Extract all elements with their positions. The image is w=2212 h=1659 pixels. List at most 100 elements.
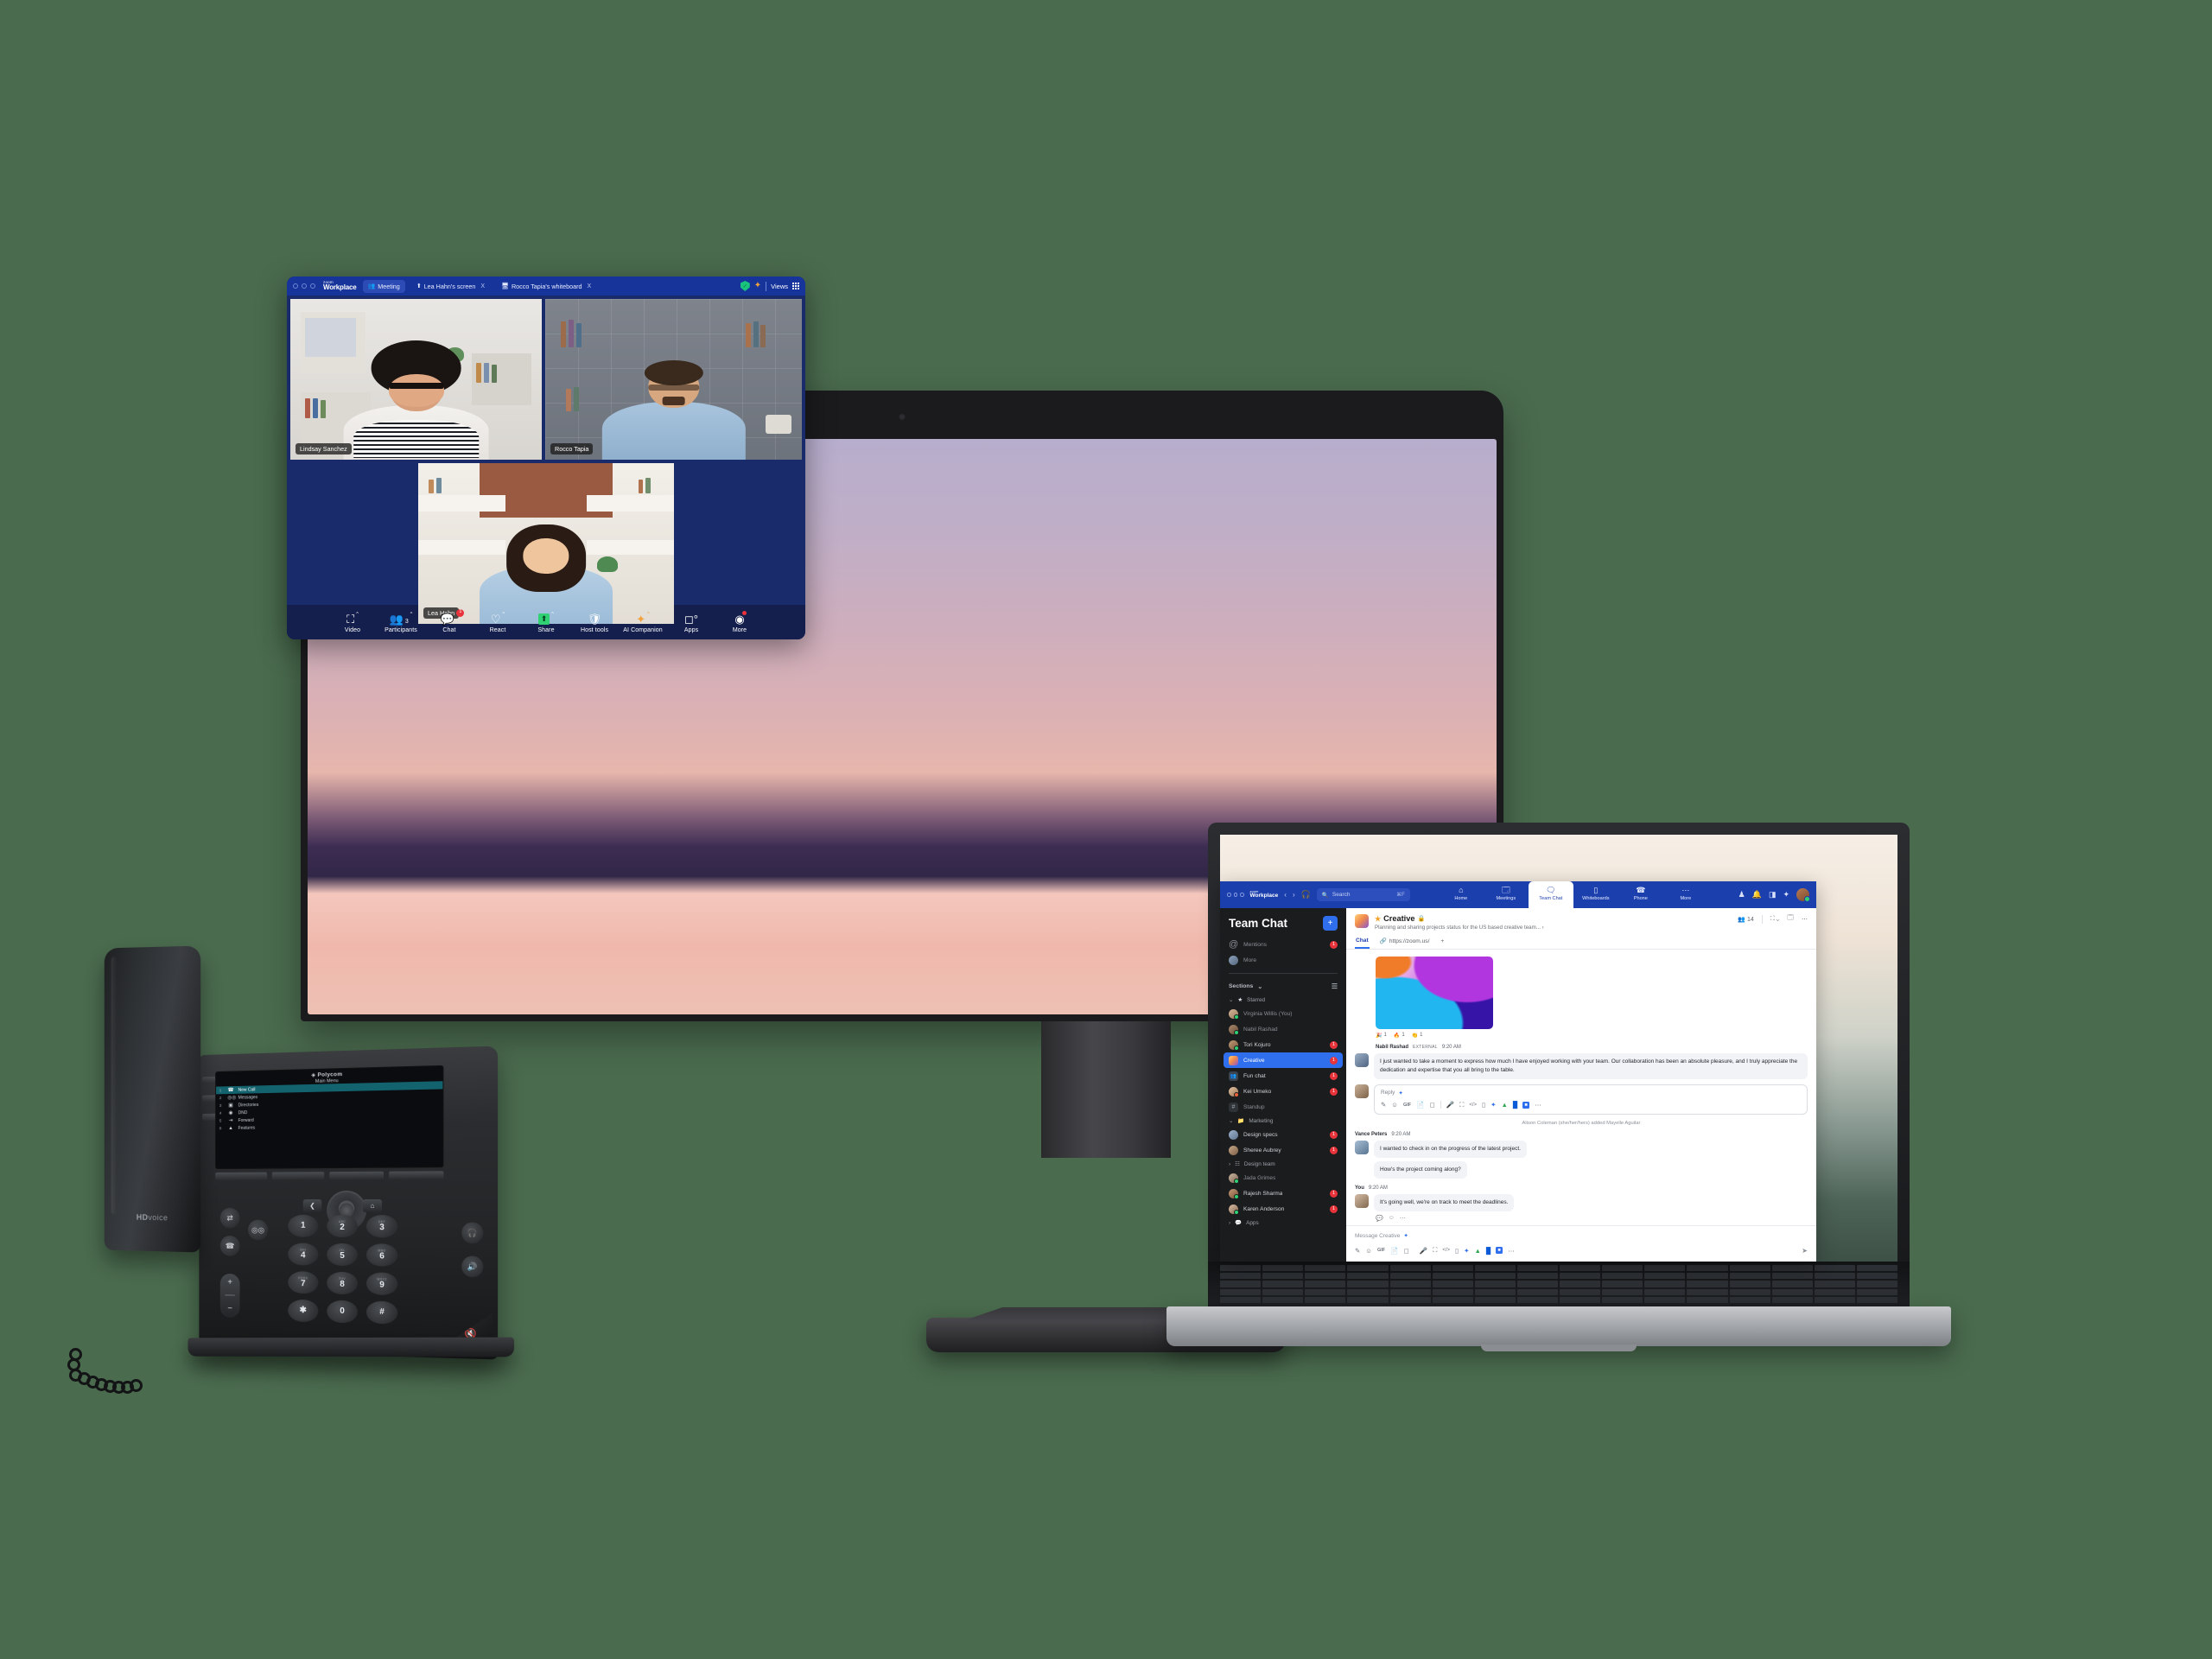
nav-item-meetings[interactable]: 🗔 Meetings <box>1484 881 1529 908</box>
reaction-chip[interactable]: 🔥 1 <box>1394 1033 1405 1039</box>
toolbar-apps-button[interactable]: ◻° Apps <box>667 612 715 633</box>
message-composer[interactable]: Message Creative ✦ ✎ ☺ GIF 📄 ◻ 🎤 ⛶ </> ▯… <box>1346 1225 1816 1262</box>
sidebar-group-starred[interactable]: ⌄ ★ Starred <box>1220 994 1346 1006</box>
video-tile-lea-hahn[interactable]: Lea Hahn <box>418 463 674 624</box>
sidebar-item-creative[interactable]: Creative 1 <box>1224 1052 1343 1068</box>
file-icon[interactable]: 📄 <box>1416 1101 1424 1109</box>
ai-sparkle-icon[interactable]: ✦ <box>1491 1101 1496 1109</box>
key-6[interactable]: MNO 6 <box>365 1243 398 1267</box>
tab-add[interactable]: + <box>1440 935 1445 948</box>
sidebar-group-marketing[interactable]: ⌄ 📁 Marketing <box>1220 1115 1346 1127</box>
hold-icon[interactable]: ☎ <box>219 1236 240 1256</box>
headset-icon[interactable]: 🎧 <box>1301 890 1311 899</box>
ai-sparkle-icon[interactable]: ✦ <box>1464 1247 1469 1255</box>
tab-chat[interactable]: Chat <box>1355 934 1370 949</box>
sidebar-item-design-specs[interactable]: Design specs 1 <box>1220 1127 1346 1142</box>
channel-description[interactable]: Planning and sharing projects status for… <box>1375 925 1544 931</box>
encryption-shield-icon[interactable]: ✓ <box>740 281 750 291</box>
key-8[interactable]: TUV 8 <box>327 1271 358 1295</box>
sidebar-item-mentions[interactable]: @ Mentions 1 <box>1220 937 1346 952</box>
reply-icon[interactable]: 💬 <box>1376 1215 1383 1222</box>
sidebar-sections-header[interactable]: Sections ⌄ ☰ <box>1220 979 1346 994</box>
layout-grid-icon[interactable] <box>792 283 799 289</box>
tab-meeting[interactable]: 👥 Meeting <box>362 279 405 293</box>
search-input[interactable]: 🔍 Search ⌘F <box>1316 888 1410 901</box>
dropbox-icon[interactable]: █ <box>1486 1247 1491 1255</box>
ai-companion-sparkle-icon[interactable]: ✦ <box>754 282 761 290</box>
start-meeting-button[interactable]: ⛶ ⌄ <box>1770 916 1780 923</box>
message-attachment-image[interactable] <box>1376 956 1493 1029</box>
sidebar-item-more[interactable]: More <box>1220 952 1346 968</box>
nav-item-more[interactable]: ⋯ More <box>1663 881 1708 908</box>
send-icon[interactable]: ➤ <box>1802 1247 1808 1255</box>
sidebar-item-karen-anderson[interactable]: Karen Anderson 1 <box>1220 1201 1346 1217</box>
emoji-icon[interactable]: ☺ <box>1391 1101 1398 1109</box>
phone-line-keys[interactable] <box>199 1076 218 1121</box>
file-icon[interactable]: 📄 <box>1390 1247 1398 1255</box>
more-ellipsis-icon[interactable]: ⋯ <box>1535 1101 1541 1109</box>
key-3[interactable]: DEF 3 <box>365 1215 398 1238</box>
key-5[interactable]: JKL 5 <box>327 1243 358 1267</box>
more-ellipsis-icon[interactable]: ⋯ <box>1802 916 1808 923</box>
voicemail-icon[interactable]: ◎◎ <box>248 1219 269 1241</box>
mic-icon[interactable]: 🎤 <box>1420 1247 1427 1255</box>
box-icon[interactable]: ■ <box>1496 1247 1503 1254</box>
speaker-icon[interactable]: 🔊 <box>461 1255 484 1278</box>
star-icon[interactable]: ★ <box>1375 915 1381 923</box>
back-arrow-icon[interactable]: ❮ <box>302 1199 322 1212</box>
video-icon[interactable]: ⛶ <box>1459 1101 1464 1109</box>
sidebar-item-standup[interactable]: # Standup <box>1220 1099 1346 1115</box>
bell-icon[interactable]: 🔔 <box>1752 890 1762 899</box>
key-1[interactable]: 1 <box>288 1214 319 1237</box>
key-star[interactable]: ✱ <box>288 1299 319 1323</box>
format-icon[interactable]: ✎ <box>1355 1247 1360 1255</box>
screenshot-icon[interactable]: ◻ <box>1429 1101 1434 1109</box>
code-icon[interactable]: </> <box>1442 1248 1450 1253</box>
reaction-chip[interactable]: 🎉 1 <box>1376 1033 1387 1039</box>
phone-soft-keys[interactable] <box>215 1171 444 1180</box>
volume-rocker[interactable]: + − <box>219 1273 240 1319</box>
message-list[interactable]: 🎉 1 🔥 1 👏 1 Nabil Rashad EXTERNAL 9:20 A… <box>1346 950 1816 1226</box>
sidebar-group-design-team[interactable]: › ☷ Design team <box>1220 1158 1346 1170</box>
phone-handset[interactable]: HDvoice <box>104 945 201 1253</box>
close-icon[interactable]: X <box>480 283 485 289</box>
nav-forward-icon[interactable]: › <box>1293 891 1295 899</box>
gif-icon[interactable]: GIF <box>1377 1248 1385 1253</box>
format-icon[interactable]: ✎ <box>1381 1101 1386 1109</box>
views-button[interactable]: Views <box>771 283 788 290</box>
key-7[interactable]: PQRS 7 <box>288 1271 319 1294</box>
sidebar-item-rajesh-sharma[interactable]: Rajesh Sharma 1 <box>1220 1185 1346 1201</box>
add-reaction-icon[interactable]: ☺ <box>1389 1215 1395 1222</box>
toolbar-participants-button[interactable]: 👥 3 ^ Participants <box>377 612 425 633</box>
video-icon[interactable]: ⛶ <box>1433 1246 1437 1255</box>
google-drive-icon[interactable]: ▲ <box>1501 1101 1507 1109</box>
sidebar-item-jada-grimes[interactable]: Jada Grimes <box>1220 1170 1346 1185</box>
screenshot-icon[interactable]: ◻ <box>1403 1247 1408 1255</box>
screen-icon[interactable]: ▯ <box>1455 1247 1459 1255</box>
laptop-keyboard[interactable] <box>1208 1262 1910 1306</box>
members-button[interactable]: 👥 14 <box>1738 916 1753 923</box>
toolbar-host-tools-button[interactable]: 🛡 Host tools <box>570 612 619 633</box>
transfer-icon[interactable]: ⇄ <box>219 1207 240 1229</box>
toolbar-share-button[interactable]: ⬆ ^ Share <box>522 612 570 633</box>
video-tile-lindsay-sanchez[interactable]: Lindsay Sanchez <box>290 299 542 460</box>
sidebar-item-fun-chat[interactable]: 👥 Fun chat 1 <box>1220 1068 1346 1084</box>
mic-icon[interactable]: 🎤 <box>1446 1101 1454 1109</box>
nav-item-whiteboards[interactable]: ▯ Whiteboards <box>1573 881 1618 908</box>
panel-toggle-icon[interactable]: ◨ <box>1769 890 1777 899</box>
window-controls[interactable] <box>1227 893 1244 897</box>
sidebar-item-tori-kojuro[interactable]: Tori Kojuro 1 <box>1220 1037 1346 1052</box>
emoji-icon[interactable]: ☺ <box>1365 1247 1372 1255</box>
calendar-icon[interactable]: 🗔 <box>1787 914 1794 924</box>
toolbar-chat-button[interactable]: 💬1^ Chat <box>425 608 474 633</box>
toolbar-video-button[interactable]: ⛶ ^ Video <box>328 612 377 633</box>
key-9[interactable]: WXYZ 9 <box>365 1272 398 1296</box>
screen-icon[interactable]: ▯ <box>1482 1101 1485 1109</box>
avatar[interactable] <box>1796 888 1810 902</box>
reaction-chip[interactable]: 👏 1 <box>1412 1033 1423 1039</box>
toolbar-more-button[interactable]: ◉ More <box>715 610 764 633</box>
person-add-icon[interactable]: ♟ <box>1738 890 1745 899</box>
key-0[interactable]: 0 <box>327 1300 358 1324</box>
window-controls[interactable] <box>293 283 315 289</box>
home-icon[interactable]: ⌂ <box>362 1198 383 1213</box>
